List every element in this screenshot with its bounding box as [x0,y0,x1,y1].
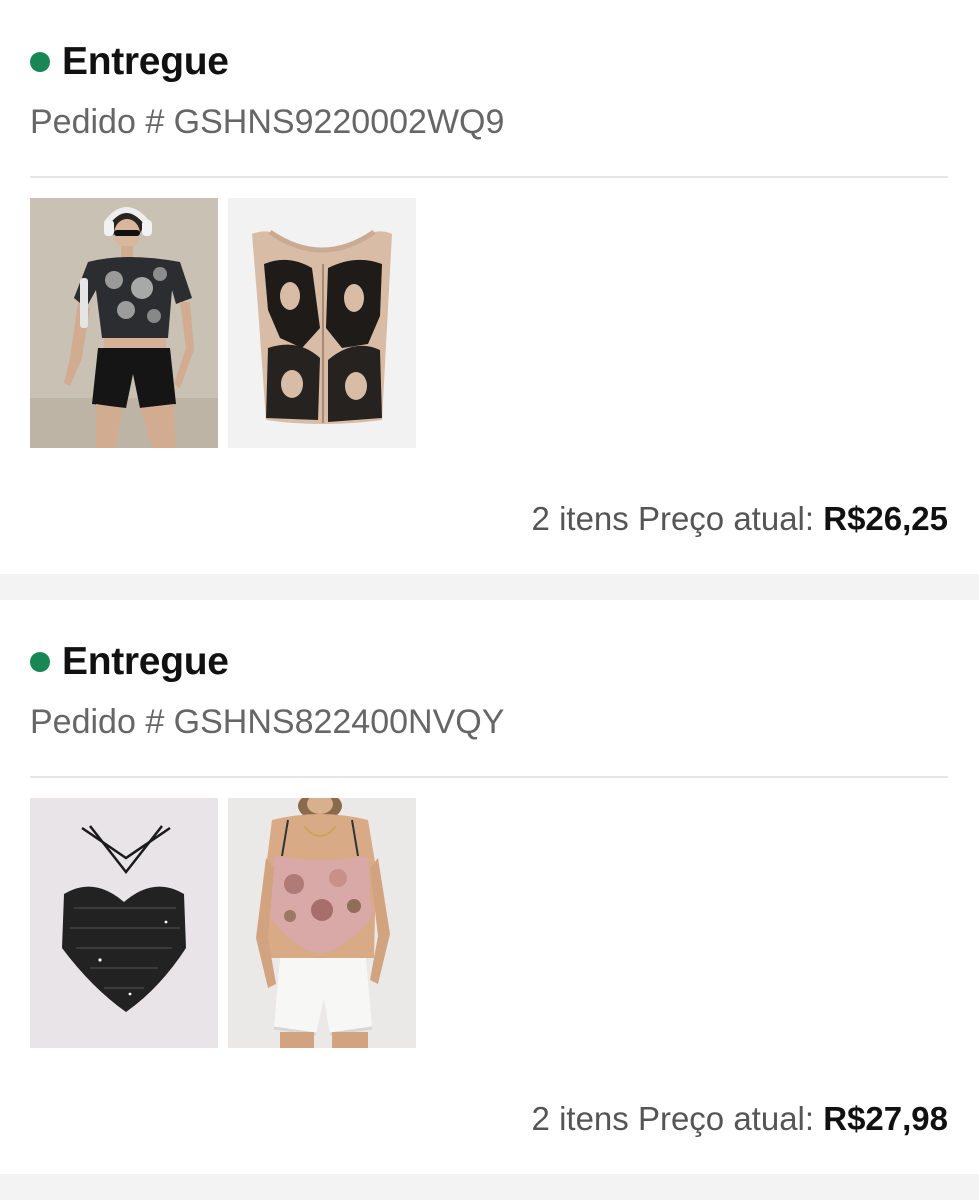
order-price: R$26,25 [823,500,948,537]
status-label: Entregue [62,40,229,83]
order-item-thumbnails [30,198,416,448]
order-item-thumbnails [30,798,416,1048]
status-dot-icon [30,52,50,72]
product-thumbnail[interactable] [228,798,416,1048]
order-number: Pedido # GSHNS822400NVQY [30,703,505,741]
divider [30,176,948,178]
order-status: Entregue [30,36,229,88]
model-graphic-crop-tee-image [30,198,218,448]
order-list: Entregue Pedido # GSHNS9220002WQ9 2 iten… [0,0,979,1200]
black-halter-top-image [30,798,218,1048]
price-label: Preço atual: [637,500,815,537]
graphic-print-tank-top-image [228,198,416,448]
product-thumbnail[interactable] [30,198,218,448]
model-floral-halter-top-image [228,798,416,1048]
item-count: 2 itens [531,500,629,537]
status-dot-icon [30,652,50,672]
item-count: 2 itens [531,1100,629,1137]
order-card[interactable]: Entregue Pedido # GSHNS822400NVQY 2 iten… [0,600,979,1174]
product-thumbnail[interactable] [30,798,218,1048]
status-label: Entregue [62,640,229,683]
order-status: Entregue [30,636,229,688]
order-summary: 2 itens Preço atual: R$27,98 [532,1100,948,1138]
divider [30,776,948,778]
price-label: Preço atual: [637,1100,815,1137]
order-number: Pedido # GSHNS9220002WQ9 [30,103,505,141]
product-thumbnail[interactable] [228,198,416,448]
order-summary: 2 itens Preço atual: R$26,25 [532,500,948,538]
order-card[interactable]: Entregue Pedido # GSHNS9220002WQ9 2 iten… [0,0,979,574]
order-price: R$27,98 [823,1100,948,1137]
